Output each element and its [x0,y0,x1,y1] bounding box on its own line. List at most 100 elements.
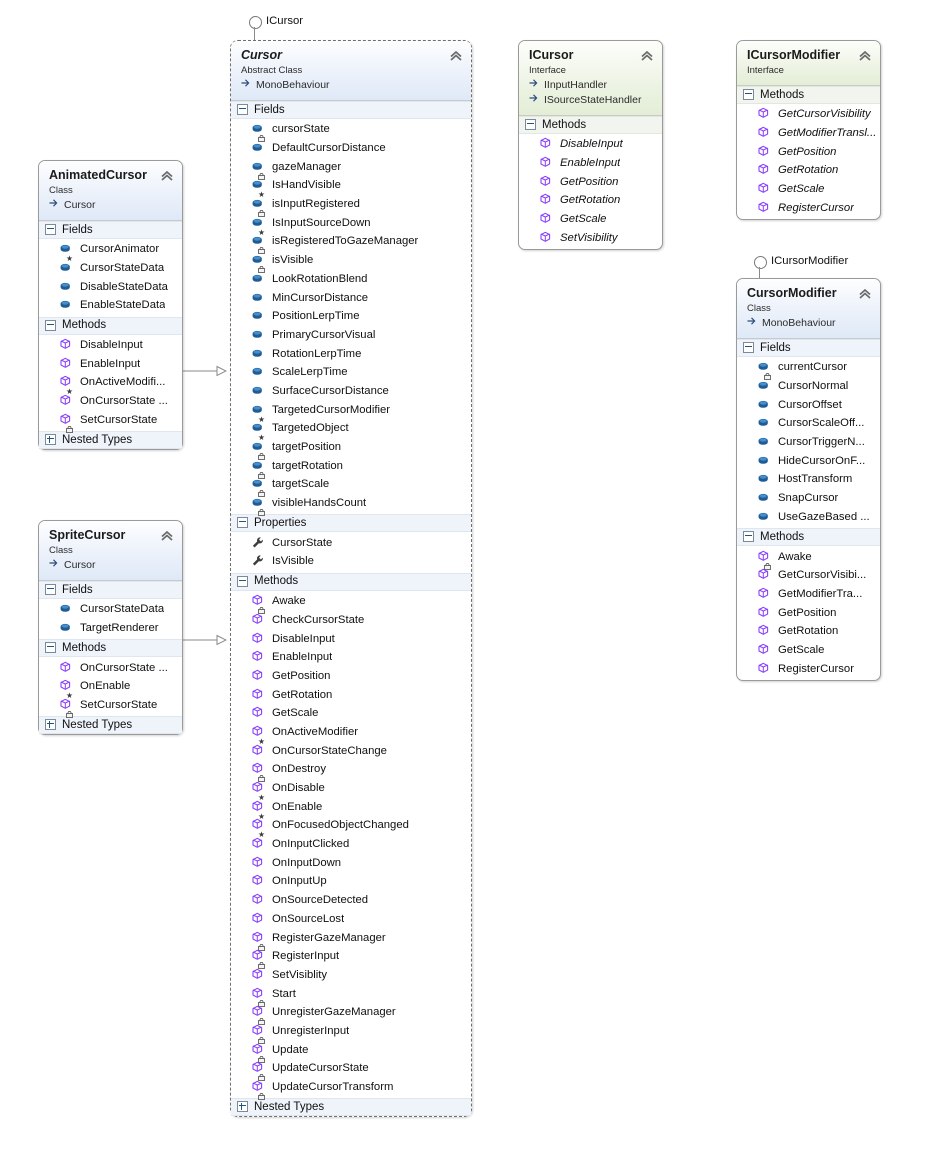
member-row[interactable]: RegisterCursor [737,198,880,217]
minus-box-icon[interactable] [45,224,56,235]
member-row[interactable]: SetCursorState [39,696,182,718]
member-row[interactable]: targetPosition [231,438,471,460]
member-row[interactable]: GetScale [519,210,662,229]
section-header-fields[interactable]: Fields [737,339,880,357]
member-row[interactable]: PositionLerpTime [231,307,471,326]
member-row[interactable]: DisableInput [39,336,182,355]
minus-box-icon[interactable] [743,531,754,543]
interface-box-icursormodifier[interactable]: ICursorModifier Interface Methods GetCursor… [736,40,881,221]
minus-box-icon[interactable] [743,342,754,353]
member-row[interactable]: EnableInput [39,354,182,373]
member-row[interactable]: GetCursorVisibility [737,105,880,124]
member-row[interactable]: LookRotationBlend [231,270,471,289]
section-header-methods[interactable]: Methods [737,528,880,547]
member-row[interactable]: Awake [737,547,880,570]
member-row[interactable]: IsHandVisible [231,176,471,198]
section-header-nested-types[interactable]: Nested Types [231,1098,471,1117]
collapse-chevron-icon[interactable] [160,169,174,181]
member-row[interactable]: OnInputDown [231,853,471,872]
member-row[interactable]: isInputRegistered [231,195,471,217]
plus-box-icon[interactable] [45,434,56,446]
member-row[interactable]: OnCursorStateChange [231,741,471,760]
section-header-methods[interactable]: Methods [231,572,471,591]
member-row[interactable]: targetScale [231,475,471,498]
member-row[interactable]: IsInputSourceDown [231,213,471,235]
member-row[interactable]: PrimaryCursorVisual [231,326,471,345]
member-row[interactable]: CursorOffset [737,395,880,414]
member-row[interactable]: TargetedObject [231,419,471,441]
member-row[interactable]: GetCursorVisibi... [737,566,880,585]
plus-box-icon[interactable] [45,719,56,731]
member-row[interactable]: Update [231,1040,471,1063]
member-row[interactable]: OnSourceLost [231,910,471,929]
member-row[interactable]: OnActiveModifier [231,723,471,744]
member-row[interactable]: OnCursorState ... [39,658,182,677]
section-header-methods[interactable]: Methods [39,639,182,658]
member-row[interactable]: isVisible [231,251,471,274]
section-header-fields[interactable]: Fields [39,221,182,239]
section-header-methods[interactable]: Methods [519,116,662,134]
collapse-chevron-icon[interactable] [640,49,654,61]
member-row[interactable]: OnEnable [231,797,471,819]
section-header-fields[interactable]: Fields [231,101,471,119]
minus-box-icon[interactable] [237,517,248,529]
member-row[interactable]: RegisterGazeManager [231,928,471,951]
member-row[interactable]: ScaleLerpTime [231,363,471,382]
member-row[interactable]: OnDisable [231,779,471,801]
member-row[interactable]: GetRotation [737,161,880,180]
member-row[interactable]: Awake [231,592,471,615]
member-row[interactable]: visibleHandsCount [231,494,471,516]
member-row[interactable]: OnInputClicked [231,835,471,854]
member-row[interactable]: SnapCursor [737,489,880,508]
member-row[interactable]: isRegisteredToGazeManager [231,232,471,255]
collapse-chevron-icon[interactable] [160,529,174,541]
member-row[interactable]: IsVisible [231,552,471,571]
member-row[interactable]: UseGazeBased ... [737,508,880,527]
section-header-properties[interactable]: Properties [231,514,471,533]
member-row[interactable]: GetRotation [519,191,662,210]
minus-box-icon[interactable] [743,89,754,100]
member-row[interactable]: UpdateCursorTransform [231,1078,471,1100]
section-header-nested-types[interactable]: Nested Types [39,431,182,450]
member-row[interactable]: GetPosition [737,603,880,622]
collapse-chevron-icon[interactable] [858,49,872,61]
member-row[interactable]: UnregisterGazeManager [231,1003,471,1026]
member-row[interactable]: DisableInput [519,135,662,154]
member-row[interactable]: TargetedCursorModifier [231,400,471,422]
interface-box-icursor[interactable]: ICursor Interface IInputHandler ISourceStat… [518,40,663,251]
plus-box-icon[interactable] [237,1101,248,1113]
section-header-methods[interactable]: Methods [737,86,880,104]
member-row[interactable]: SetVisibility [519,228,662,247]
member-row[interactable]: OnCursorState ... [39,392,182,411]
member-row[interactable]: CursorScaleOff... [737,414,880,433]
collapse-chevron-icon[interactable] [449,49,463,61]
member-row[interactable]: SetCursorState [39,411,182,433]
member-row[interactable]: DefaultCursorDistance [231,139,471,158]
member-row[interactable]: GetScale [737,641,880,660]
member-row[interactable]: OnSourceDetected [231,891,471,910]
member-row[interactable]: GetScale [231,704,471,723]
member-row[interactable]: EnableInput [519,154,662,173]
member-row[interactable]: RegisterInput [231,947,471,970]
member-row[interactable]: DisableInput [231,629,471,648]
member-row[interactable]: GetRotation [737,622,880,641]
member-row[interactable]: DisableStateData [39,277,182,296]
member-row[interactable]: GetRotation [231,685,471,704]
class-box-spritecursor[interactable]: SpriteCursor Class Cursor Fields CursorState… [38,520,183,736]
collapse-chevron-icon[interactable] [858,287,872,299]
member-row[interactable]: HostTransform [737,470,880,489]
member-row[interactable]: HideCursorOnF... [737,451,880,470]
member-row[interactable]: CursorNormal [737,377,880,396]
section-header-nested-types[interactable]: Nested Types [39,716,182,735]
member-row[interactable]: GetModifierTra... [737,585,880,604]
member-row[interactable]: CursorStateData [39,259,182,278]
member-row[interactable]: GetModifierTransl... [737,124,880,143]
member-row[interactable]: OnInputUp [231,872,471,891]
class-box-cursormodifier[interactable]: CursorModifier Class MonoBehaviour Fields cu… [736,278,881,681]
member-row[interactable]: SurfaceCursorDistance [231,382,471,401]
member-row[interactable]: OnActiveModifi... [39,373,182,395]
member-row[interactable]: CheckCursorState [231,611,471,630]
minus-box-icon[interactable] [525,119,536,130]
member-row[interactable]: GetPosition [519,172,662,191]
class-box-cursor[interactable]: Cursor Abstract Class MonoBehaviour Fields c… [230,40,472,1118]
